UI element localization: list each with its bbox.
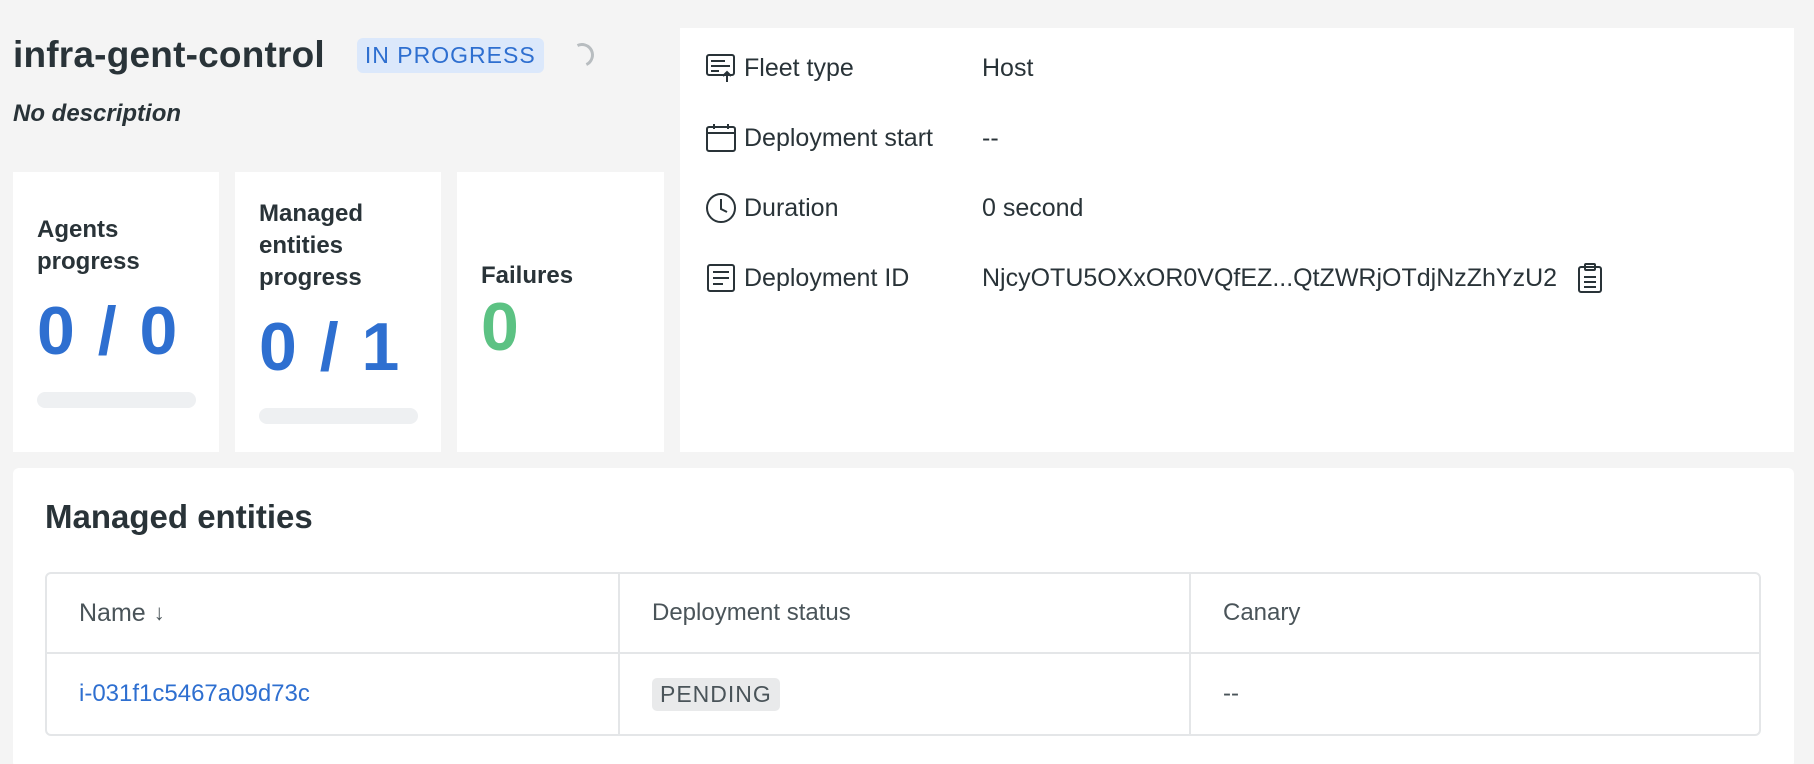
deployment-id-value: NjcyOTU5OXxOR0VQfEZ...QtZWRjOTdjNzZhYzU2 bbox=[982, 263, 1558, 292]
page-description: No description bbox=[13, 100, 182, 127]
managed-entities-progress-card: Managed entities progress 0 / 1 bbox=[235, 172, 441, 452]
table-row: i-031f1c5467a09d73c PENDING -- bbox=[47, 654, 1759, 734]
managed-entities-panel: Managed entities Name ↓ Deployment statu… bbox=[13, 468, 1794, 764]
clock-icon bbox=[704, 191, 738, 225]
deployment-start-label: Deployment start bbox=[744, 123, 933, 152]
page-title: infra-gent-control bbox=[13, 34, 325, 75]
page-header: infra-gent-control IN PROGRESS bbox=[13, 34, 598, 76]
fleet-type-value: Host bbox=[982, 53, 1034, 82]
deployment-status-badge: PENDING bbox=[652, 677, 780, 711]
managed-entities-title: Managed entities bbox=[45, 498, 313, 535]
duration-row: Duration 0 second bbox=[704, 188, 1784, 228]
column-header-name-label[interactable]: Name bbox=[79, 599, 146, 628]
agents-progress-card: Agents progress 0 / 0 bbox=[13, 172, 219, 452]
fleet-icon bbox=[704, 51, 738, 85]
sort-descending-icon[interactable]: ↓ bbox=[154, 600, 165, 626]
loading-spinner-icon bbox=[566, 39, 598, 71]
entity-status-cell: PENDING bbox=[618, 654, 1189, 734]
calendar-icon bbox=[704, 121, 738, 155]
managed-entities-progress-label: Managed entities progress bbox=[259, 200, 364, 291]
entity-name-cell: i-031f1c5467a09d73c bbox=[47, 654, 618, 734]
deployment-id-label: Deployment ID bbox=[744, 263, 910, 292]
duration-label: Duration bbox=[744, 193, 839, 222]
failures-value: 0 bbox=[481, 289, 521, 365]
column-header-deployment-status: Deployment status bbox=[618, 574, 1189, 652]
agents-progress-bar bbox=[37, 392, 196, 408]
deployment-start-value: -- bbox=[982, 123, 999, 152]
column-header-name[interactable]: Name ↓ bbox=[47, 574, 618, 652]
document-icon bbox=[704, 261, 738, 295]
column-header-canary: Canary bbox=[1189, 574, 1759, 652]
fleet-type-label: Fleet type bbox=[744, 53, 854, 82]
deployment-details-panel: Fleet type Host Deployment start -- Dura… bbox=[680, 28, 1794, 452]
fleet-type-row: Fleet type Host bbox=[704, 48, 1784, 88]
agents-progress-label: Agents progress bbox=[37, 216, 140, 275]
managed-entities-progress-value: 0 / 1 bbox=[259, 309, 402, 385]
managed-entities-table: Name ↓ Deployment status Canary i-031f1c… bbox=[45, 572, 1761, 736]
deployment-start-row: Deployment start -- bbox=[704, 118, 1784, 158]
copy-to-clipboard-icon[interactable] bbox=[1575, 261, 1605, 295]
entity-canary-cell: -- bbox=[1189, 654, 1759, 734]
deployment-id-row: Deployment ID NjcyOTU5OXxOR0VQfEZ...QtZW… bbox=[704, 258, 1784, 298]
table-header-row: Name ↓ Deployment status Canary bbox=[47, 574, 1759, 654]
entity-name-link[interactable]: i-031f1c5467a09d73c bbox=[79, 680, 310, 708]
failures-card: Failures 0 bbox=[457, 172, 664, 452]
agents-progress-value: 0 / 0 bbox=[37, 293, 180, 369]
managed-entities-progress-bar bbox=[259, 408, 418, 424]
status-badge: IN PROGRESS bbox=[356, 37, 544, 73]
duration-value: 0 second bbox=[982, 193, 1084, 222]
